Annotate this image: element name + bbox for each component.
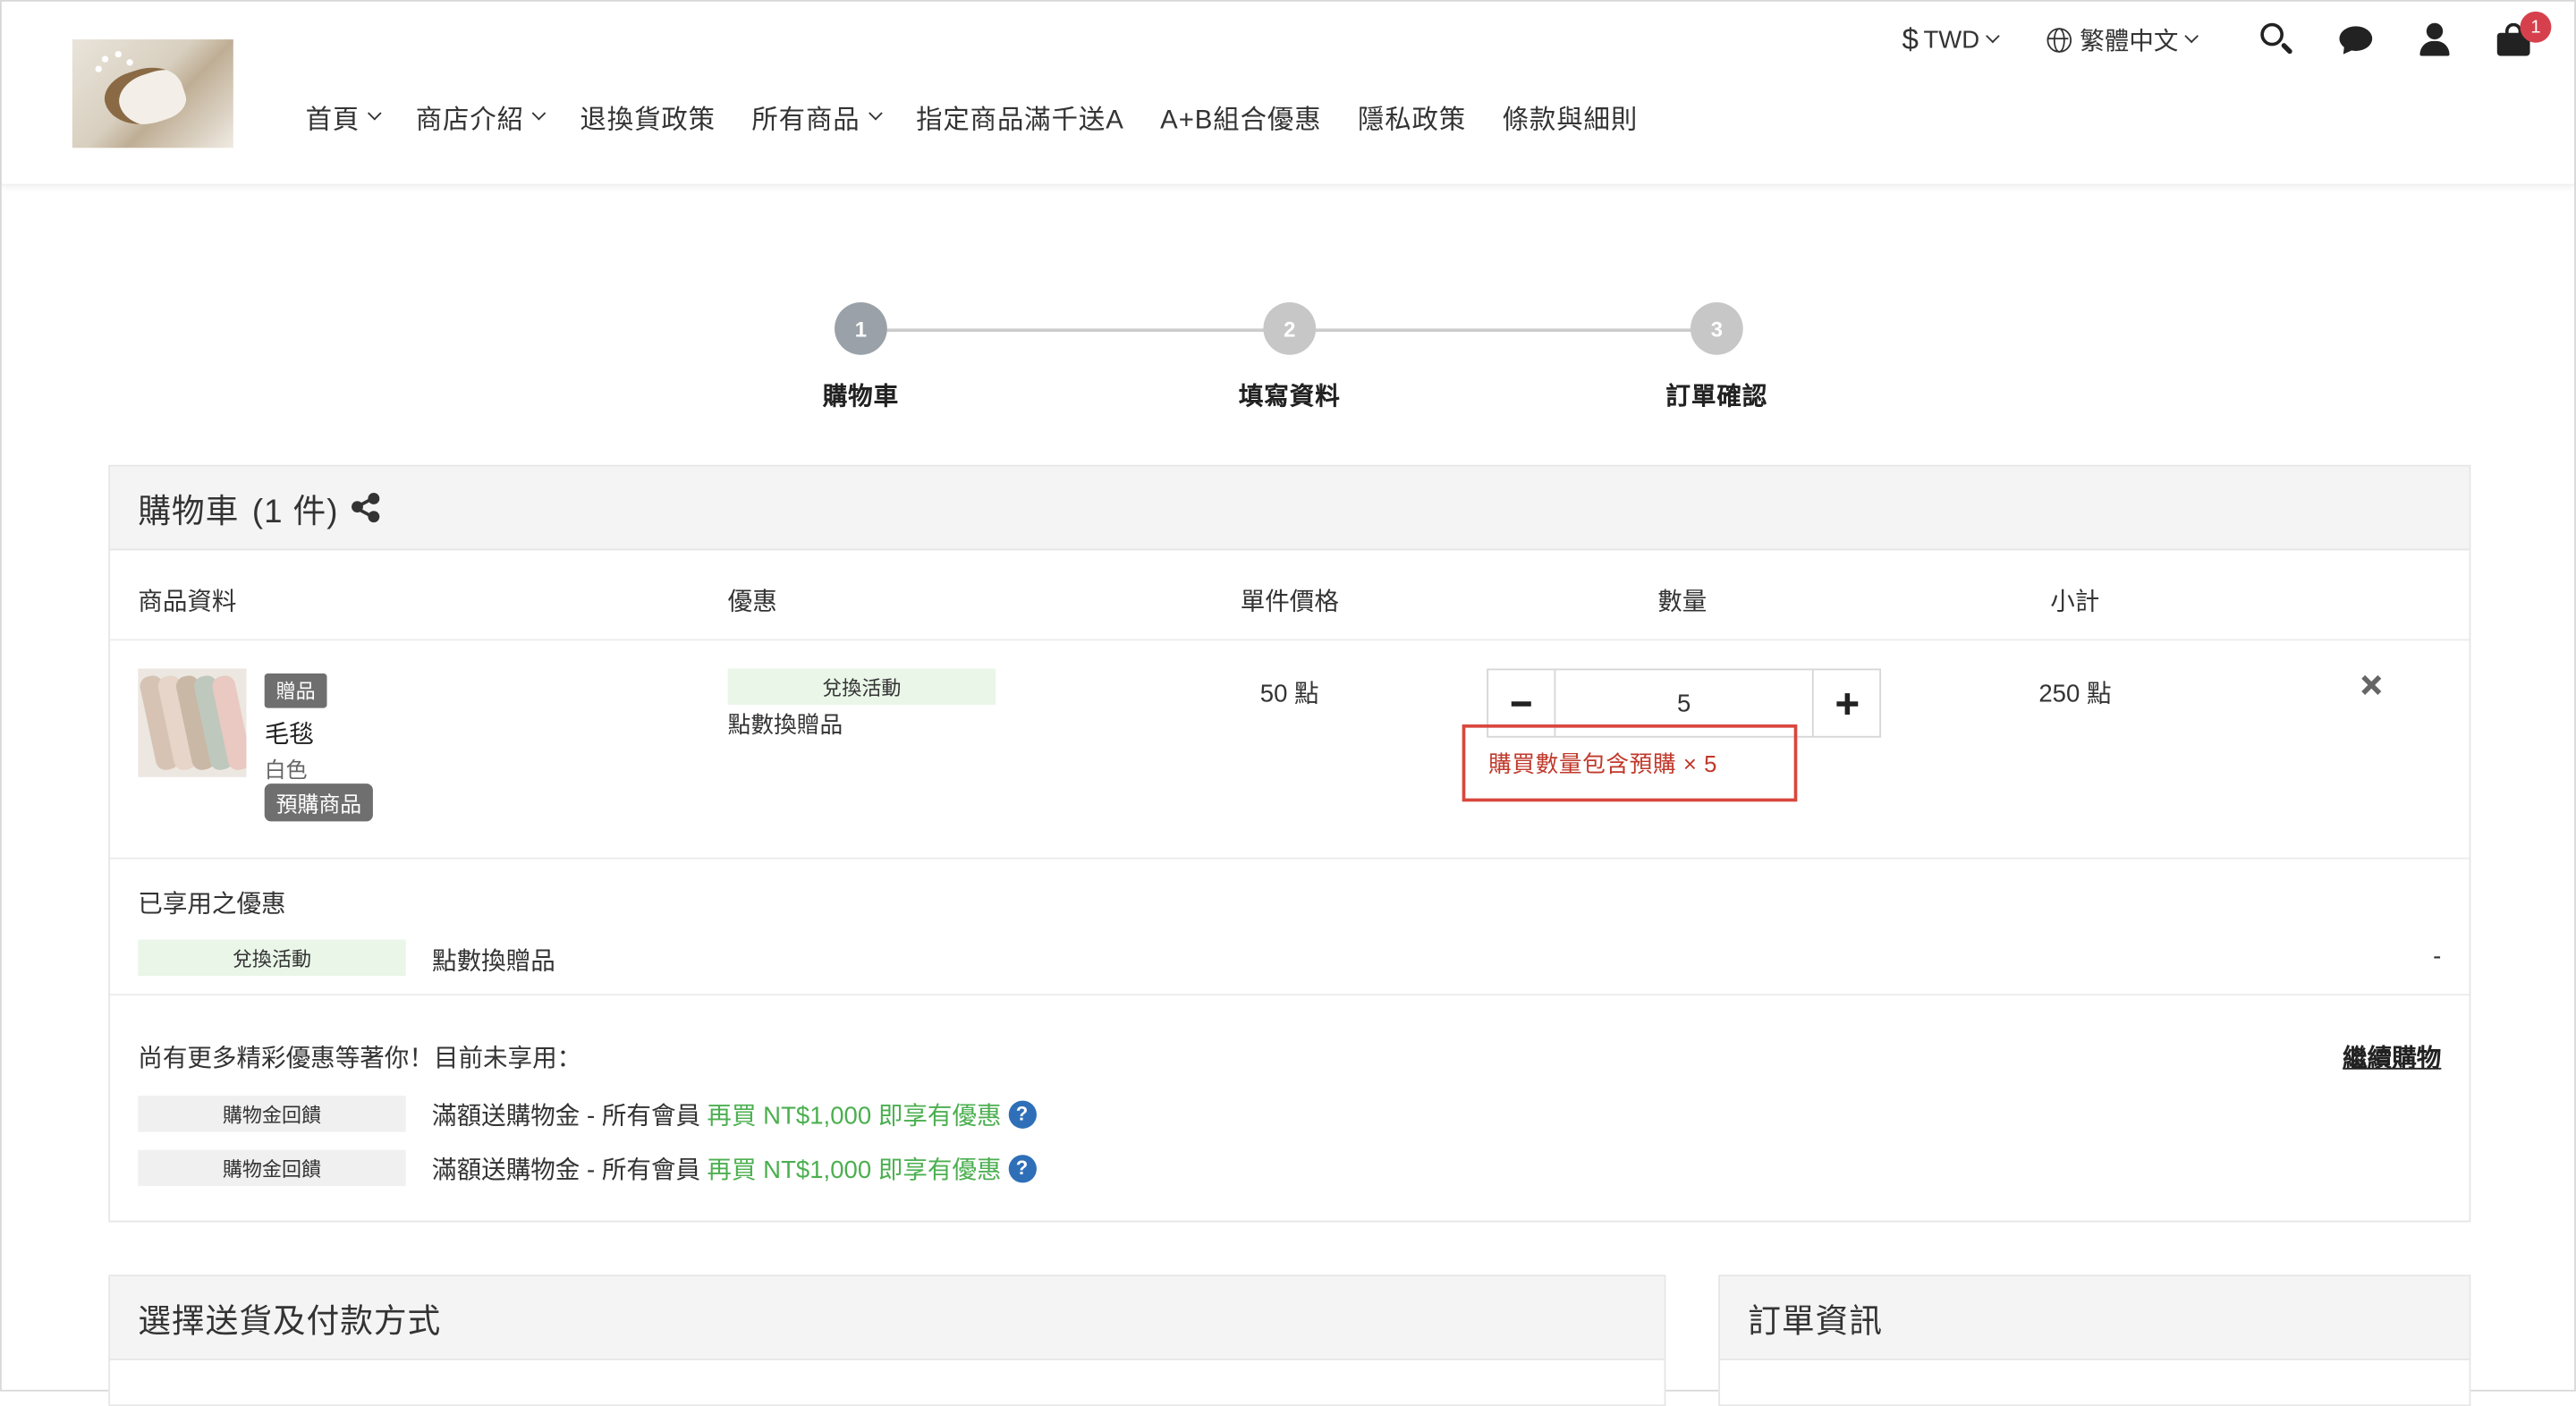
step-label: 填寫資料 xyxy=(1238,382,1341,411)
chevron-down-icon xyxy=(531,106,547,121)
chevron-down-icon xyxy=(868,106,882,121)
promo-tag: 兌換活動 xyxy=(727,668,996,705)
nav-item-all-products[interactable]: 所有商品 xyxy=(751,97,882,136)
checkout-steps: 1 購物車 2 填寫資料 3 訂單確認 xyxy=(2,301,2574,434)
store-logo[interactable] xyxy=(72,39,233,148)
currency-symbol: $ xyxy=(1902,21,1919,55)
promo-name: 點數換贈品 xyxy=(727,711,843,738)
nav-item-terms[interactable]: 條款與細則 xyxy=(1503,97,1639,136)
product-name[interactable]: 毛毯 xyxy=(265,716,373,751)
applied-name: 點數換贈品 xyxy=(432,947,555,976)
shipping-panel-header: 選擇送貨及付款方式 xyxy=(110,1276,1665,1360)
offer-row: 購物金回饋 滿額送購物金 - 所有會員 再買 NT$1,000 即享有優惠 ? xyxy=(138,1149,1037,1187)
nav-item-returns[interactable]: 退換貨政策 xyxy=(580,97,716,136)
remove-item-icon[interactable] xyxy=(2360,675,2380,695)
plus-icon[interactable] xyxy=(1814,670,1879,735)
col-unit-price: 單件價格 xyxy=(1240,588,1339,616)
order-panel-header: 訂單資訊 xyxy=(1720,1276,2470,1360)
cart-panel: 購物車 (1 件) 商品資料 優惠 單件價格 數量 小計 贈品 毛毯 白色 預購… xyxy=(108,464,2471,1223)
nav-item-home[interactable]: 首頁 xyxy=(306,97,382,136)
offer-row: 購物金回饋 滿額送購物金 - 所有會員 再買 NT$1,000 即享有優惠 ? xyxy=(138,1096,1037,1132)
gift-tag: 贈品 xyxy=(264,673,327,708)
shipping-payment-panel: 選擇送貨及付款方式 xyxy=(108,1275,1666,1406)
help-icon[interactable]: ? xyxy=(1007,1099,1037,1128)
globe-icon xyxy=(2046,27,2072,52)
offer-name: 滿額送購物金 - 所有會員 xyxy=(432,1101,701,1130)
item-subtotal: 250 點 xyxy=(2038,680,2112,708)
currency-label: TWD xyxy=(1923,25,1980,54)
continue-shopping-link[interactable]: 繼續購物 xyxy=(2343,1040,2441,1075)
chat-icon[interactable] xyxy=(2338,21,2374,59)
cart-count: (1 件) xyxy=(251,493,339,530)
product-variant: 白色 xyxy=(264,757,308,783)
cart-title: 購物車 xyxy=(138,493,240,530)
step-fill-info: 2 填寫資料 xyxy=(1191,301,1388,412)
step-confirm: 3 訂單確認 xyxy=(1618,301,1815,412)
order-panel-title: 訂單資訊 xyxy=(1748,1303,1883,1340)
cart-table-header: 商品資料 優惠 單件價格 數量 小計 xyxy=(110,552,2470,641)
nav-item-combo[interactable]: A+B組合優惠 xyxy=(1160,97,1321,136)
offer-hint: 再買 NT$1,000 即享有優惠 xyxy=(707,1101,1002,1130)
product-info: 贈品 毛毯 白色 預購商品 xyxy=(264,673,373,822)
chevron-down-icon xyxy=(368,106,382,121)
step-label: 訂單確認 xyxy=(1665,382,1768,411)
order-info-panel: 訂單資訊 xyxy=(1718,1275,2471,1406)
user-icon[interactable] xyxy=(2417,21,2453,57)
nav-item-privacy[interactable]: 隱私政策 xyxy=(1358,97,1466,136)
step-cart: 1 購物車 xyxy=(762,301,959,412)
col-promo: 優惠 xyxy=(727,588,777,616)
col-qty: 數量 xyxy=(1657,588,1707,616)
step-number: 1 xyxy=(835,301,887,355)
top-utility-bar: $ TWD 繁體中文 1 xyxy=(1902,11,2552,59)
chevron-down-icon xyxy=(2184,29,2199,44)
applied-promotions: 已享用之優惠 兌換活動 點數換贈品 - xyxy=(110,860,2470,996)
step-number: 3 xyxy=(1690,301,1743,355)
preorder-warning: 購買數量包含預購 × 5 xyxy=(1462,724,1798,802)
item-promo: 兌換活動 點數換贈品 xyxy=(727,668,996,741)
product-thumbnail[interactable] xyxy=(138,668,247,777)
help-icon[interactable]: ? xyxy=(1007,1154,1037,1182)
cart-count-badge: 1 xyxy=(2520,11,2552,43)
nav-item-promo-a[interactable]: 指定商品滿千送A xyxy=(916,97,1124,136)
applied-value: - xyxy=(2433,943,2442,971)
applied-title: 已享用之優惠 xyxy=(138,890,286,919)
more-title: 尚有更多精彩優惠等著你！目前未享用： xyxy=(138,1045,582,1073)
applied-tag: 兌換活動 xyxy=(138,939,406,976)
offer-tag: 購物金回饋 xyxy=(138,1096,406,1132)
warning-text: 購買數量包含預購 × 5 xyxy=(1488,750,1717,776)
language-selector[interactable]: 繁體中文 xyxy=(2046,22,2199,57)
step-number: 2 xyxy=(1263,301,1317,355)
col-subtotal: 小計 xyxy=(2050,588,2100,616)
language-label: 繁體中文 xyxy=(2080,27,2179,55)
currency-selector[interactable]: $ TWD xyxy=(1902,21,2000,57)
offer-name: 滿額送購物金 - 所有會員 xyxy=(432,1156,701,1184)
nav-item-about[interactable]: 商店介紹 xyxy=(416,97,547,136)
cart-item-row: 贈品 毛毯 白色 預購商品 兌換活動 點數換贈品 50 點 5 購買數量包含預購… xyxy=(110,642,2470,860)
site-header: 首頁 商店介紹 退換貨政策 所有商品 指定商品滿千送A A+B組合優惠 隱私政策… xyxy=(1,1,2575,186)
chevron-down-icon xyxy=(1986,29,2000,44)
more-promotions: 尚有更多精彩優惠等著你！目前未享用： 繼續購物 購物金回饋 滿額送購物金 - 所… xyxy=(110,995,2470,1222)
unit-price: 50 點 xyxy=(1259,680,1319,708)
cart-panel-header: 購物車 (1 件) xyxy=(110,466,2470,551)
search-icon[interactable] xyxy=(2258,21,2294,57)
cart-icon[interactable]: 1 xyxy=(2496,11,2552,57)
preorder-tag: 預購商品 xyxy=(264,783,373,822)
step-label: 購物車 xyxy=(822,382,900,411)
offer-hint: 再買 NT$1,000 即享有優惠 xyxy=(707,1156,1002,1184)
offer-tag: 購物金回饋 xyxy=(138,1149,406,1187)
share-icon[interactable] xyxy=(352,493,381,523)
shipping-panel-title: 選擇送貨及付款方式 xyxy=(138,1303,442,1340)
main-nav: 首頁 商店介紹 退換貨政策 所有商品 指定商品滿千送A A+B組合優惠 隱私政策… xyxy=(306,97,1674,136)
col-product: 商品資料 xyxy=(138,588,237,616)
